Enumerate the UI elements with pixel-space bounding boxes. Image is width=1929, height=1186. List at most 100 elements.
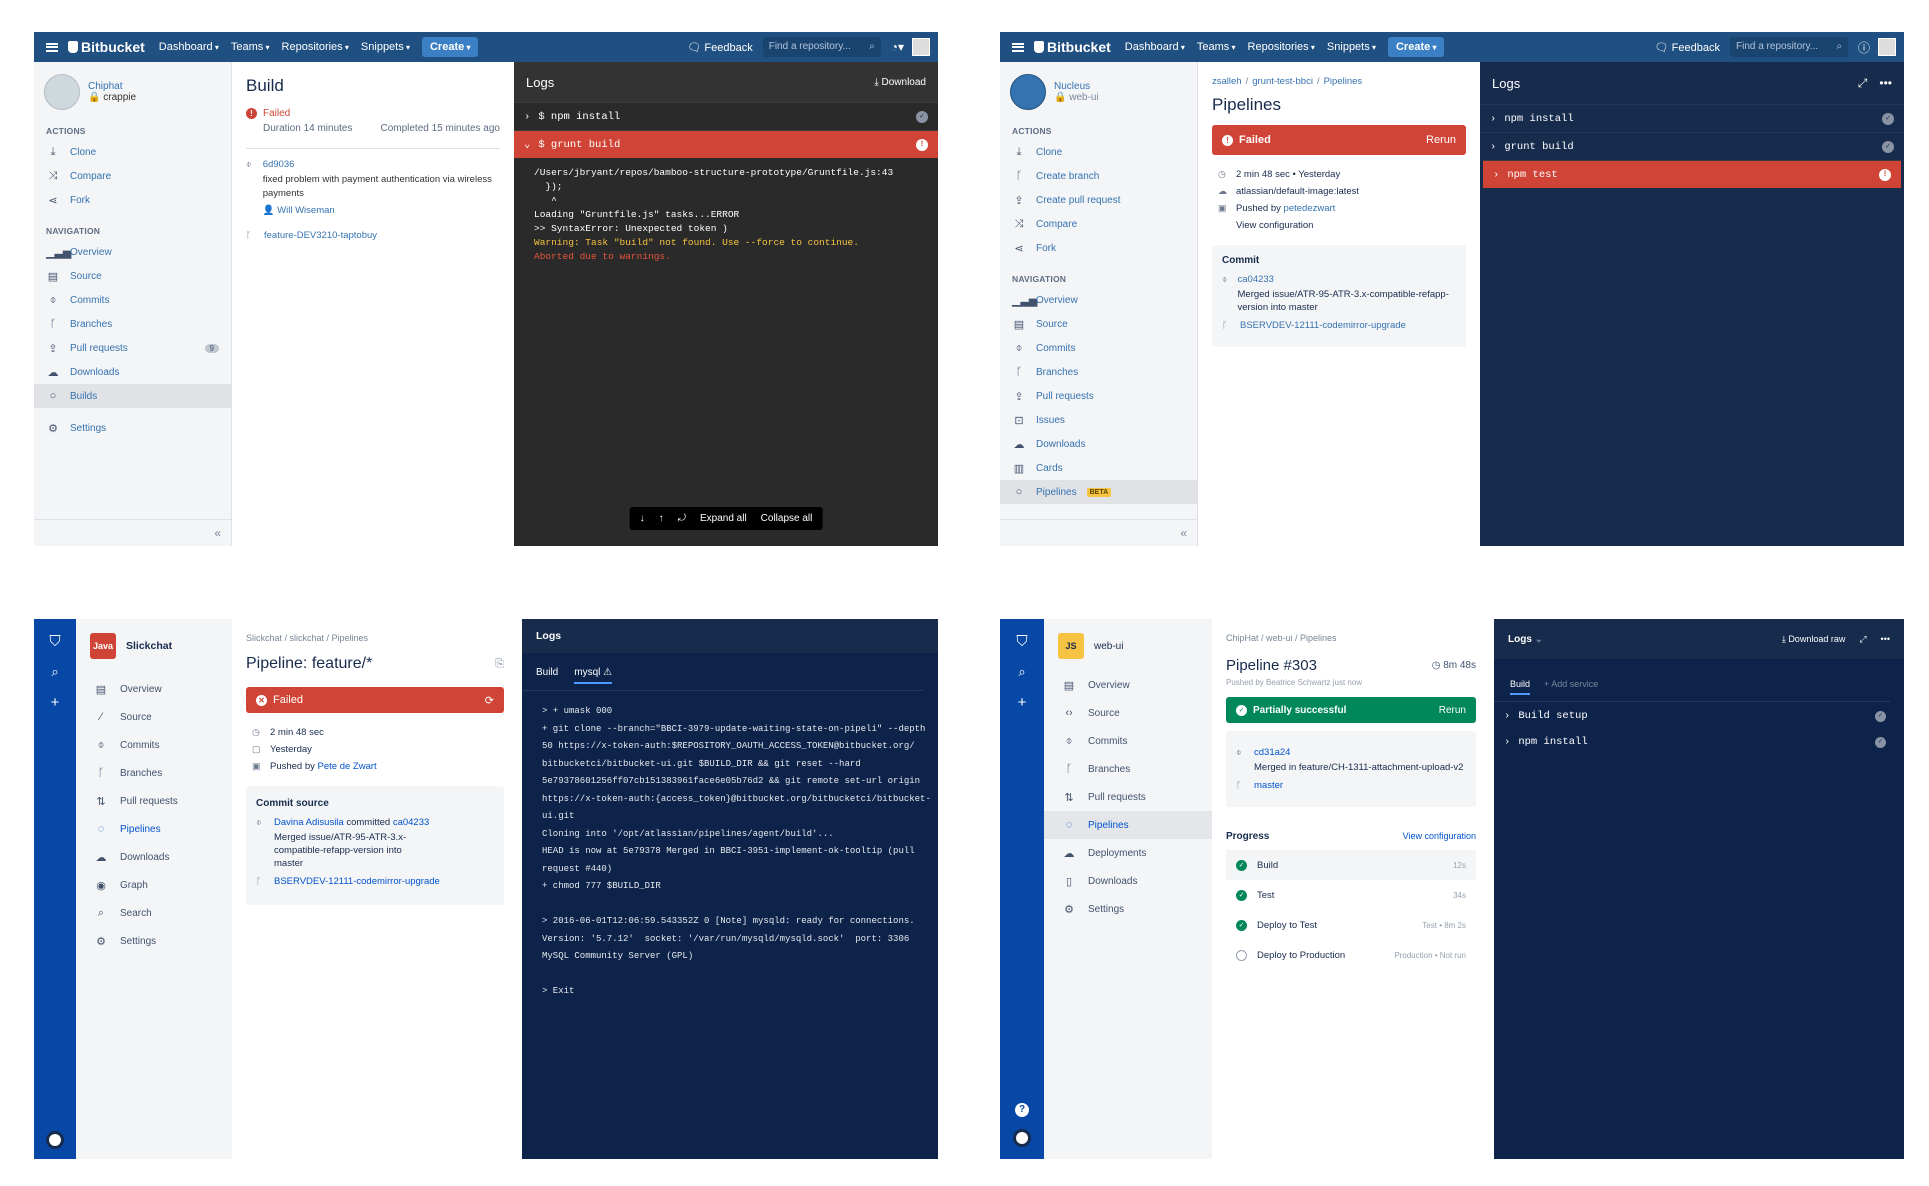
sidebar-item-pipelines[interactable]: ◌ Pipelines — [1044, 811, 1212, 839]
progress-step-build[interactable]: ✓ Build 12s — [1226, 850, 1476, 880]
sidebar-item-commits[interactable]: ⌽ Commits — [1044, 727, 1212, 755]
tab-mysql[interactable]: mysql ⚠ — [574, 667, 613, 684]
nav-snippets[interactable]: Snippets — [1327, 41, 1376, 53]
sidebar-item-graph[interactable]: ◉ Graph — [76, 871, 232, 899]
bitbucket-logo[interactable]: Bitbucket — [1034, 39, 1111, 55]
branch-link[interactable]: BSERVDEV-12111-codemirror-upgrade — [274, 876, 440, 887]
nav-dashboard[interactable]: Dashboard — [1125, 41, 1185, 53]
sidebar-item-compare[interactable]: ⤨ Compare — [1000, 212, 1197, 236]
committer-link[interactable]: Davina Adisusila — [274, 817, 344, 828]
download-raw-button[interactable]: ⤓ Download raw — [1782, 634, 1846, 645]
avatar[interactable] — [1878, 38, 1896, 56]
branch-link[interactable]: feature-DEV3210-taptobuy — [264, 230, 377, 241]
breadcrumb-repo[interactable]: grunt-test-bbci — [1252, 76, 1313, 87]
arrow-up-icon[interactable]: ↑ — [659, 513, 664, 524]
sidebar-item-downloads[interactable]: ☁ Downloads — [1000, 432, 1197, 456]
log-step-npm-install[interactable]: › npm install ✓ — [1494, 730, 1904, 754]
expand-icon[interactable]: ⤢ — [1858, 76, 1868, 91]
wrap-icon[interactable]: ⤾ — [678, 513, 686, 524]
pusher-link[interactable]: Pete de Zwart — [318, 761, 377, 772]
sidebar-item-commits[interactable]: ⌽ Commits — [1000, 336, 1197, 360]
feedback-button[interactable]: 🗨 Feedback — [687, 41, 752, 54]
plus-icon[interactable]: + — [1018, 694, 1027, 711]
search-input[interactable]: Find a repository... ⌕ — [1729, 37, 1848, 57]
create-button[interactable]: Create — [421, 37, 479, 57]
menu-icon[interactable] — [1012, 42, 1024, 52]
sidebar-item-search[interactable]: ⌕ Search — [76, 899, 232, 927]
rerun-icon[interactable]: ⟳ — [485, 694, 494, 707]
sidebar-item-settings[interactable]: ⚙ Settings — [76, 927, 232, 955]
sidebar-item-pull-requests[interactable]: ⇅ Pull requests — [76, 787, 232, 815]
sidebar-item-pull-requests[interactable]: ⇪ Pull requests 9 — [34, 336, 231, 360]
sidebar-item-create-pr[interactable]: ⇪ Create pull request — [1000, 188, 1197, 212]
sidebar-item-settings[interactable]: ⚙ Settings — [34, 416, 231, 440]
log-step-build-setup[interactable]: › Build setup ✓ — [1494, 702, 1904, 730]
breadcrumb-user[interactable]: zsalleh — [1212, 76, 1242, 87]
search-input[interactable]: Find a repository... ⌕ — [762, 37, 881, 57]
bitbucket-icon[interactable]: ⛉ — [1016, 633, 1027, 650]
progress-step-deploy-test[interactable]: ✓ Deploy to Test Test • 8m 2s — [1226, 910, 1476, 940]
help-icon[interactable]: ⓘ — [1858, 39, 1870, 56]
sidebar-item-branches[interactable]: ᚴ Branches — [34, 312, 231, 336]
sidebar-item-create-branch[interactable]: ᚴ Create branch — [1000, 164, 1197, 188]
sidebar-item-overview[interactable]: ▁▃▅ Overview — [34, 240, 231, 264]
sidebar-item-compare[interactable]: ⤨ Compare — [34, 164, 231, 188]
branch-link[interactable]: master — [1254, 780, 1283, 791]
sidebar-item-overview[interactable]: ▁▃▅ Overview — [1000, 288, 1197, 312]
download-button[interactable]: ⤓ Download — [874, 77, 926, 88]
nav-repositories[interactable]: Repositories — [1248, 41, 1315, 53]
sidebar-item-pull-requests[interactable]: ⇅ Pull requests — [1044, 783, 1212, 811]
sidebar-item-branches[interactable]: ᚴ Branches — [1044, 755, 1212, 783]
sidebar-item-source[interactable]: ▤ Source — [34, 264, 231, 288]
nav-teams[interactable]: Teams — [1197, 41, 1236, 53]
notifications-icon[interactable]: ◔▾ — [891, 40, 904, 54]
pusher-link[interactable]: petedezwart — [1284, 203, 1336, 214]
log-step-npm-test[interactable]: › npm test! — [1483, 160, 1901, 188]
sidebar-item-branches[interactable]: ᚴ Branches — [1000, 360, 1197, 384]
sidebar-item-pipelines[interactable]: ○ Pipelines BETA — [1000, 480, 1197, 504]
nav-teams[interactable]: Teams — [231, 41, 270, 53]
repo-name[interactable]: web-ui — [1094, 641, 1123, 652]
collapse-sidebar-button[interactable]: « — [1180, 526, 1187, 540]
sidebar-item-clone[interactable]: ⤓ Clone — [1000, 140, 1197, 164]
commit-hash-link[interactable]: cd31a24 — [1254, 747, 1463, 758]
sidebar-item-settings[interactable]: ⚙ Settings — [1044, 895, 1212, 923]
sidebar-item-overview[interactable]: ▤ Overview — [76, 675, 232, 703]
avatar[interactable] — [46, 1131, 64, 1149]
search-icon[interactable]: ⌕ — [51, 664, 58, 680]
copy-icon[interactable]: ⎘ — [495, 658, 504, 671]
sidebar-item-deployments[interactable]: ☁ Deployments — [1044, 839, 1212, 867]
commit-hash-link[interactable]: ca04233 — [393, 817, 429, 828]
plus-icon[interactable]: + — [51, 694, 60, 711]
log-step-npm-install[interactable]: › npm install ✓ — [1480, 104, 1904, 132]
repo-name[interactable]: Nucleus — [1054, 81, 1099, 92]
sidebar-item-fork[interactable]: ⋖ Fork — [1000, 236, 1197, 260]
feedback-button[interactable]: 🗨 Feedback — [1655, 41, 1720, 54]
rerun-button[interactable]: Rerun — [1439, 705, 1466, 716]
log-step-grunt-build[interactable]: › grunt build ✓ — [1480, 132, 1904, 160]
avatar[interactable] — [912, 38, 930, 56]
progress-step-test[interactable]: ✓ Test 34s — [1226, 880, 1476, 910]
repo-name[interactable]: Chiphat — [88, 81, 136, 92]
repo-name[interactable]: Slickchat — [126, 640, 172, 652]
sidebar-item-fork[interactable]: ⋖ Fork — [34, 188, 231, 212]
breadcrumb[interactable]: ChipHat / web-ui / Pipelines — [1226, 633, 1476, 643]
avatar[interactable] — [1013, 1129, 1031, 1147]
sidebar-item-branches[interactable]: ᚴ Branches — [76, 759, 232, 787]
menu-icon[interactable] — [46, 42, 58, 52]
more-icon[interactable]: ••• — [1879, 76, 1892, 91]
rerun-button[interactable]: Rerun — [1426, 134, 1456, 146]
nav-repositories[interactable]: Repositories — [282, 41, 349, 53]
create-button[interactable]: Create — [1387, 37, 1445, 57]
progress-step-deploy-production[interactable]: Deploy to Production Production • Not run — [1226, 940, 1476, 970]
add-service-button[interactable]: + Add service — [1544, 679, 1598, 695]
more-icon[interactable]: ••• — [1881, 634, 1890, 644]
bitbucket-logo[interactable]: Bitbucket — [68, 39, 145, 55]
sidebar-item-source[interactable]: ⁄ Source — [76, 703, 232, 731]
log-step-npm-install[interactable]: › $ npm install ✓ — [514, 102, 938, 130]
sidebar-item-source[interactable]: ‹› Source — [1044, 699, 1212, 727]
breadcrumb[interactable]: Slickchat / slickchat / Pipelines — [246, 633, 504, 643]
expand-icon[interactable]: ⤢ — [1859, 634, 1866, 645]
expand-all-button[interactable]: Expand all — [700, 513, 747, 524]
collapse-sidebar-button[interactable]: « — [214, 526, 221, 540]
